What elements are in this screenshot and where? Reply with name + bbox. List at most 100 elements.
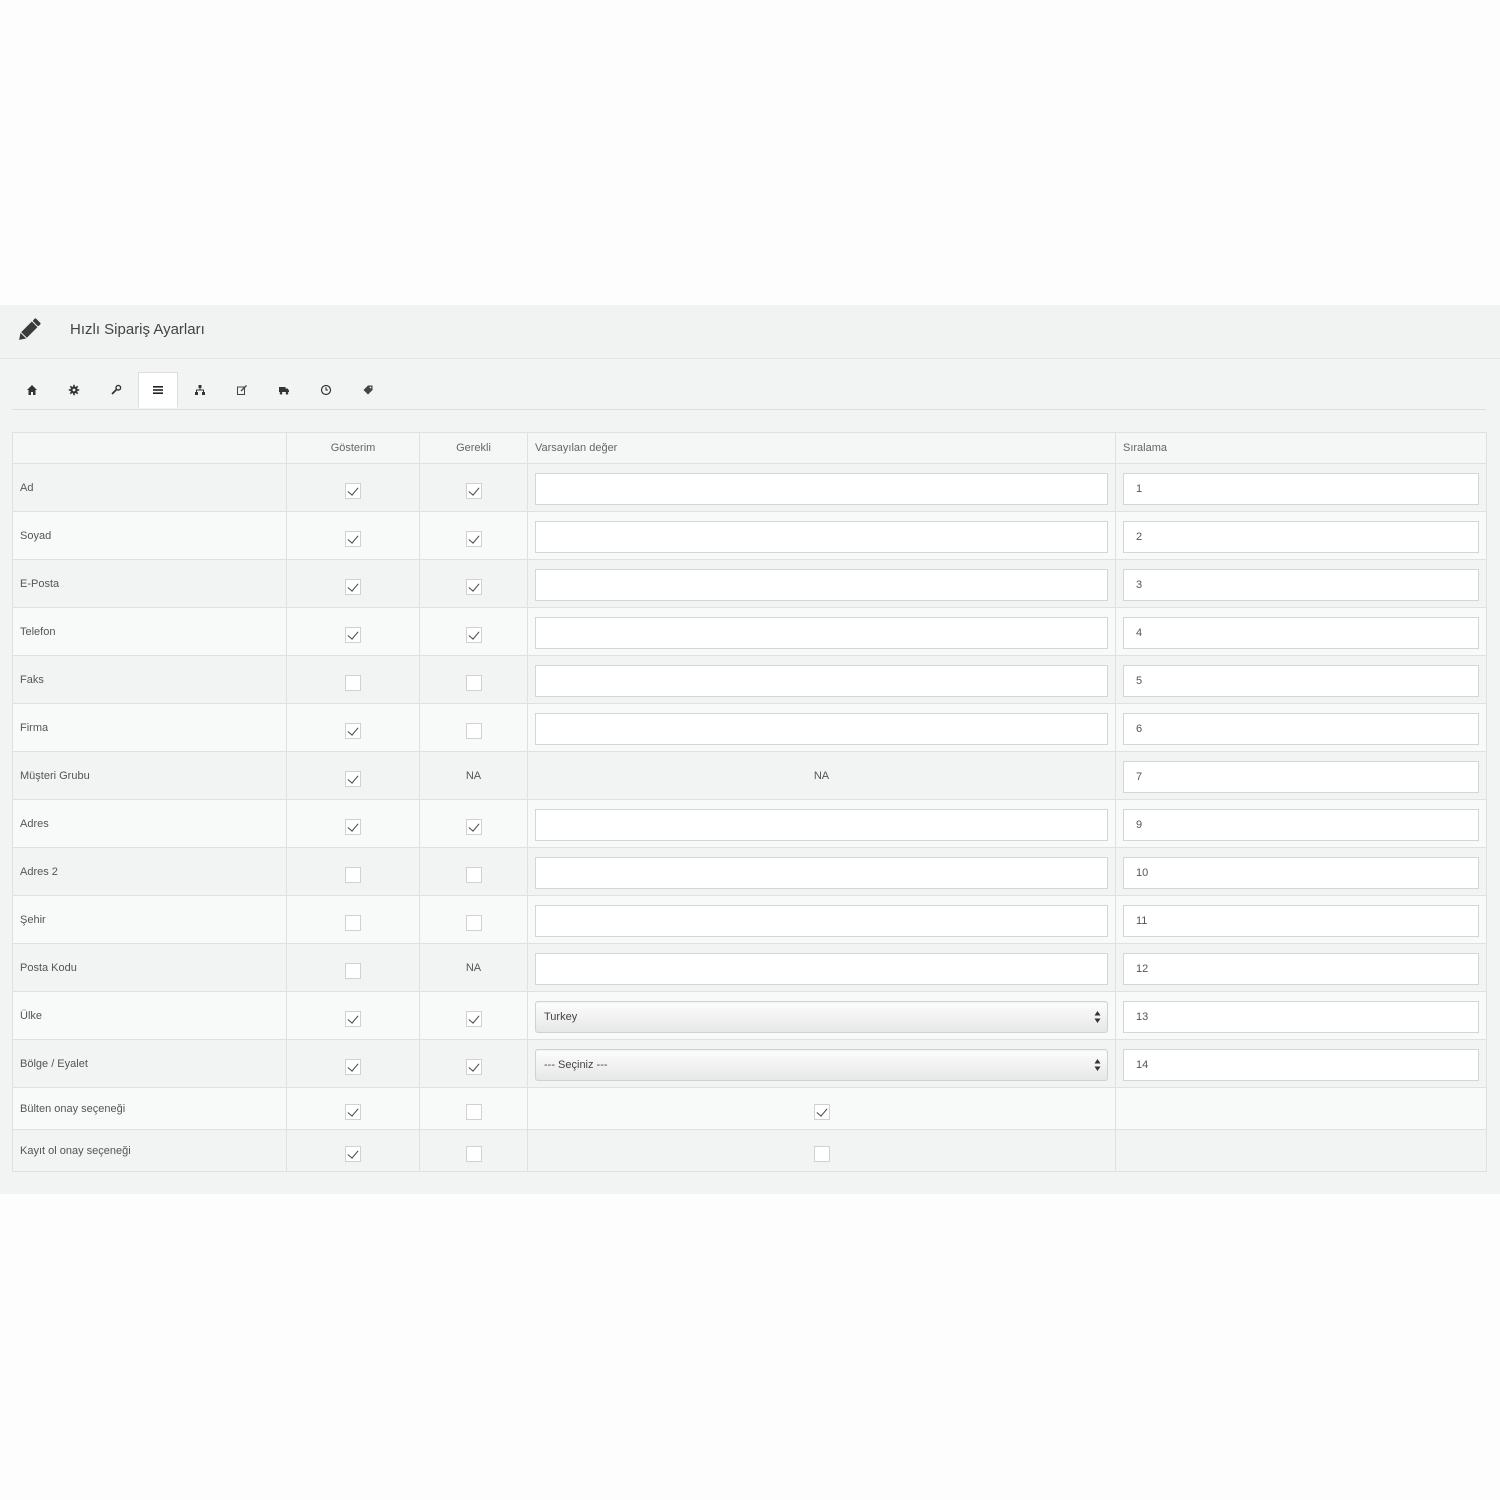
table-row: Posta Kodu NA [12,943,1487,992]
default-value-input[interactable] [535,472,1108,505]
show-checkbox[interactable] [345,770,361,787]
show-checkbox[interactable] [345,914,361,931]
required-cell [419,1039,528,1088]
order-input[interactable] [1123,664,1479,697]
required-checkbox[interactable] [465,1103,482,1120]
order-input[interactable] [1123,712,1479,745]
required-checkbox[interactable] [465,914,482,931]
required-checkbox[interactable] [465,578,482,595]
tab-edit[interactable] [222,372,262,408]
order-input[interactable] [1123,760,1479,793]
order-cell [1115,991,1487,1040]
show-cell [286,847,420,896]
default-value-input[interactable] [535,808,1108,841]
default-value-input[interactable] [535,904,1108,937]
tab-home[interactable] [12,372,52,408]
default-value-cell [527,943,1116,992]
show-cell [286,991,420,1040]
default-value-input[interactable] [535,520,1108,553]
required-cell: NA [419,943,528,992]
order-input[interactable] [1123,952,1479,985]
default-value-cell [527,895,1116,944]
required-checkbox[interactable] [465,674,482,691]
tab-wrench[interactable] [96,372,136,408]
order-input[interactable] [1123,1000,1479,1033]
default-value-input[interactable] [535,712,1108,745]
required-checkbox[interactable] [465,866,482,883]
select-value: --- Seçiniz --- [544,1058,608,1071]
default-value-input[interactable] [535,568,1108,601]
order-input[interactable] [1123,1048,1479,1081]
field-label: E-Posta [12,559,287,608]
order-cell [1115,1087,1487,1130]
required-cell [419,511,528,560]
field-label: Posta Kodu [12,943,287,992]
clock-icon [320,384,332,396]
table-row: Adres 2 [12,847,1487,896]
table-row: Adres [12,799,1487,848]
show-checkbox[interactable] [345,962,361,979]
tab-tags[interactable] [348,372,388,408]
show-cell [286,943,420,992]
default-value-cell [527,511,1116,560]
required-cell [419,607,528,656]
required-checkbox[interactable] [465,1010,482,1027]
table-row: E-Posta [12,559,1487,608]
default-value-cell [527,607,1116,656]
table-row: Firma [12,703,1487,752]
required-checkbox[interactable] [465,1145,482,1162]
show-checkbox[interactable] [345,1103,361,1120]
show-checkbox[interactable] [345,1145,361,1162]
order-input[interactable] [1123,568,1479,601]
default-value-checkbox[interactable] [813,1145,830,1162]
default-value-cell [527,1129,1116,1172]
show-checkbox[interactable] [345,530,361,547]
required-checkbox[interactable] [465,482,482,499]
default-value-select[interactable]: --- Seçiniz --- [535,1048,1108,1081]
select-arrows-icon [1094,1058,1101,1071]
required-checkbox[interactable] [465,530,482,547]
field-label: Bölge / Eyalet [12,1039,287,1088]
required-cell [419,895,528,944]
show-checkbox[interactable] [345,1058,361,1075]
required-checkbox[interactable] [465,818,482,835]
default-value-input[interactable] [535,856,1108,889]
show-checkbox[interactable] [345,722,361,739]
required-cell [419,991,528,1040]
show-cell [286,559,420,608]
default-value-input[interactable] [535,664,1108,697]
order-input[interactable] [1123,616,1479,649]
required-cell [419,655,528,704]
order-input[interactable] [1123,472,1479,505]
field-settings-table: Gösterim Gerekli Varsayılan değer Sırala… [12,432,1487,1172]
required-cell [419,847,528,896]
tab-truck[interactable] [264,372,304,408]
show-checkbox[interactable] [345,578,361,595]
order-input[interactable] [1123,856,1479,889]
required-cell [419,1129,528,1172]
order-input[interactable] [1123,808,1479,841]
required-checkbox[interactable] [465,626,482,643]
required-checkbox[interactable] [465,1058,482,1075]
tab-sitemap[interactable] [180,372,220,408]
show-checkbox[interactable] [345,626,361,643]
tab-list[interactable] [138,372,178,408]
default-value-checkbox[interactable] [813,1103,830,1120]
show-checkbox[interactable] [345,818,361,835]
order-cell [1115,511,1487,560]
default-value-cell [527,1087,1116,1130]
tab-clock[interactable] [306,372,346,408]
default-value-select[interactable]: Turkey [535,1000,1108,1033]
show-checkbox[interactable] [345,1010,361,1027]
header-default-value: Varsayılan değer [527,432,1116,464]
show-checkbox[interactable] [345,674,361,691]
show-checkbox[interactable] [345,482,361,499]
show-checkbox[interactable] [345,866,361,883]
default-value-input[interactable] [535,952,1108,985]
required-checkbox[interactable] [465,722,482,739]
order-input[interactable] [1123,520,1479,553]
show-cell [286,799,420,848]
default-value-input[interactable] [535,616,1108,649]
tab-gear[interactable] [54,372,94,408]
order-input[interactable] [1123,904,1479,937]
